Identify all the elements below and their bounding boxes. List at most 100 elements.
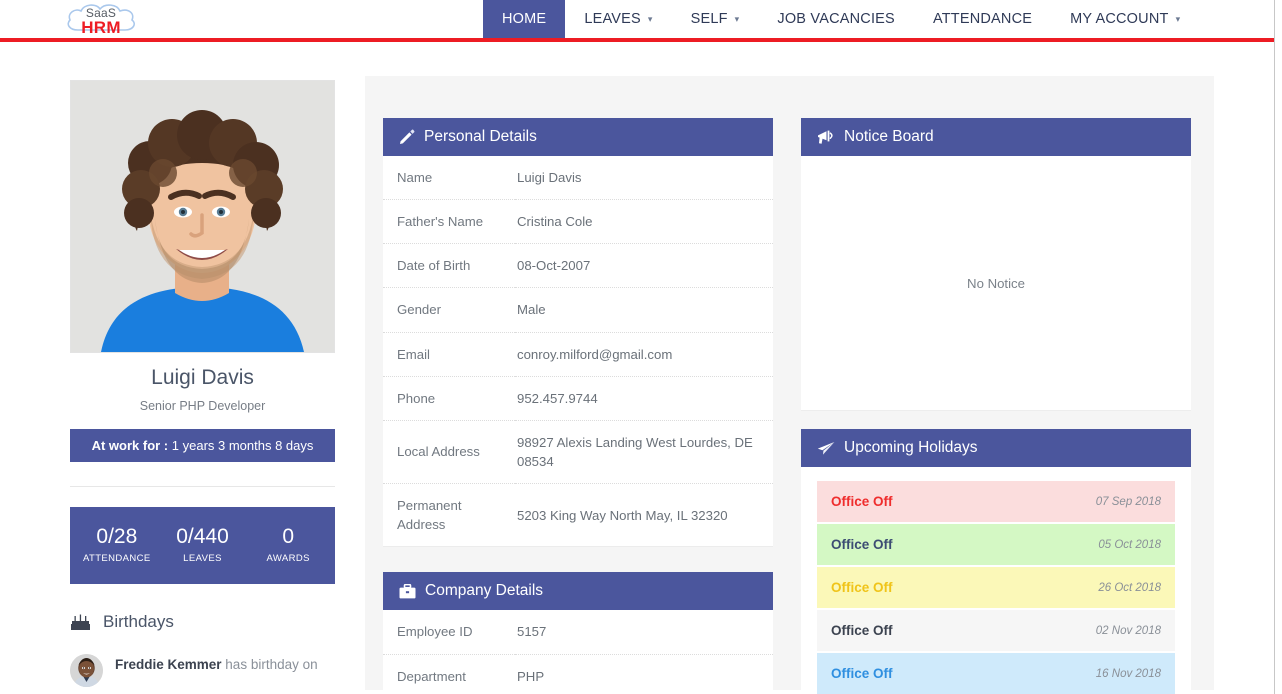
at-work-value: 1 years 3 months 8 days	[172, 438, 314, 453]
upcoming-holidays-panel: Upcoming Holidays Office Off 07 Sep 2018…	[801, 429, 1191, 694]
row-value: 08-Oct-2007	[515, 244, 773, 288]
row-value: Male	[515, 288, 773, 332]
stat-value: 0	[245, 525, 331, 548]
row-value: Cristina Cole	[515, 200, 773, 244]
nav-item-leaves[interactable]: LEAVES ▾	[565, 0, 671, 38]
nav-label: MY ACCOUNT	[1070, 11, 1168, 27]
birthday-person-name: Freddie Kemmer	[115, 657, 222, 672]
company-details-table: Employee ID 5157 Department PHP Designat…	[383, 610, 773, 694]
birthdays-title: Birthdays	[103, 612, 174, 632]
table-row: Permanent Address 5203 King Way North Ma…	[383, 484, 773, 547]
main-menu: HOME LEAVES ▾ SELF ▾ JOB VACANCIES ATTEN…	[483, 0, 1199, 38]
holiday-date: 16 Nov 2018	[1096, 668, 1161, 680]
nav-item-my-account[interactable]: MY ACCOUNT ▾	[1051, 0, 1199, 38]
nav-item-job-vacancies[interactable]: JOB VACANCIES	[758, 0, 914, 38]
stat-awards[interactable]: 0 AWARDS	[245, 525, 331, 564]
holiday-title: Office Off	[831, 580, 893, 595]
nav-label: JOB VACANCIES	[777, 11, 895, 27]
table-row: Date of Birth 08-Oct-2007	[383, 244, 773, 288]
pencil-icon	[399, 129, 415, 145]
table-row: Phone 952.457.9744	[383, 376, 773, 420]
profile-name: Luigi Davis	[70, 366, 335, 390]
stat-value: 0/28	[74, 525, 160, 548]
birthday-cake-icon	[70, 614, 91, 631]
panel-title: Personal Details	[424, 128, 537, 146]
row-value: Luigi Davis	[515, 156, 773, 200]
nav-label: LEAVES	[584, 11, 641, 27]
birthday-list-item[interactable]: Freddie Kemmer has birthday on	[70, 654, 335, 687]
stat-attendance[interactable]: 0/28 ATTENDANCE	[74, 525, 160, 564]
holiday-title: Office Off	[831, 537, 893, 552]
table-row: Employee ID 5157	[383, 610, 773, 654]
list-item[interactable]: Office Off 07 Sep 2018	[817, 481, 1175, 522]
table-row: Gender Male	[383, 288, 773, 332]
briefcase-icon	[399, 584, 416, 599]
nav-item-home[interactable]: HOME	[483, 0, 565, 38]
list-item[interactable]: Office Off 05 Oct 2018	[817, 524, 1175, 565]
row-key: Name	[383, 156, 515, 200]
megaphone-icon	[817, 130, 835, 145]
row-key: Employee ID	[383, 610, 515, 654]
at-work-label: At work for :	[92, 438, 169, 453]
row-key: Local Address	[383, 420, 515, 483]
profile-photo	[70, 80, 335, 353]
row-key: Department	[383, 654, 515, 694]
dashboard-content: Personal Details Name Luigi Davis Father…	[365, 76, 1214, 690]
panel-title: Upcoming Holidays	[844, 439, 978, 457]
row-key: Phone	[383, 376, 515, 420]
top-navigation-bar: SaaS HRM HOME LEAVES ▾ SELF ▾ JOB VACANC…	[0, 0, 1282, 38]
nav-item-attendance[interactable]: ATTENDANCE	[914, 0, 1051, 38]
panel-title: Notice Board	[844, 128, 934, 146]
stat-leaves[interactable]: 0/440 LEAVES	[160, 525, 246, 564]
birthday-text: Freddie Kemmer has birthday on	[115, 654, 318, 676]
list-item[interactable]: Office Off 02 Nov 2018	[817, 610, 1175, 651]
details-column: Personal Details Name Luigi Davis Father…	[383, 118, 773, 690]
row-value: 952.457.9744	[515, 376, 773, 420]
company-details-panel: Company Details Employee ID 5157 Departm…	[383, 572, 773, 694]
vertical-scrollbar[interactable]	[1274, 0, 1282, 694]
brand-logo[interactable]: SaaS HRM	[58, 0, 144, 40]
birthday-suffix: has birthday on	[222, 657, 318, 672]
panel-title: Company Details	[425, 582, 543, 600]
table-row: Email conroy.milford@gmail.com	[383, 332, 773, 376]
list-item[interactable]: Office Off 26 Oct 2018	[817, 567, 1175, 608]
nav-label: ATTENDANCE	[933, 11, 1032, 27]
personal-details-table: Name Luigi Davis Father's Name Cristina …	[383, 156, 773, 547]
chevron-down-icon: ▾	[1176, 15, 1181, 24]
company-details-header: Company Details	[383, 572, 773, 610]
nav-item-self[interactable]: SELF ▾	[672, 0, 759, 38]
stat-label: ATTENDANCE	[74, 553, 160, 564]
brand-bottom-text: HRM	[58, 18, 144, 38]
notice-board-header: Notice Board	[801, 118, 1191, 156]
profile-stats: 0/28 ATTENDANCE 0/440 LEAVES 0 AWARDS	[70, 507, 335, 584]
holiday-title: Office Off	[831, 623, 893, 638]
chevron-down-icon: ▾	[648, 15, 653, 24]
sidebar-divider	[70, 486, 335, 487]
row-key: Gender	[383, 288, 515, 332]
personal-details-header: Personal Details	[383, 118, 773, 156]
upcoming-holidays-header: Upcoming Holidays	[801, 429, 1191, 467]
notice-board-panel: Notice Board No Notice	[801, 118, 1191, 411]
holiday-date: 05 Oct 2018	[1098, 539, 1161, 551]
notice-board-empty-state: No Notice	[801, 156, 1191, 411]
row-value: 98927 Alexis Landing West Lourdes, DE 08…	[515, 420, 773, 483]
nav-label: SELF	[691, 11, 728, 27]
row-key: Date of Birth	[383, 244, 515, 288]
row-value: 5203 King Way North May, IL 32320	[515, 484, 773, 547]
list-item[interactable]: Office Off 16 Nov 2018	[817, 653, 1175, 694]
profile-role: Senior PHP Developer	[70, 399, 335, 413]
holiday-title: Office Off	[831, 666, 893, 681]
birthdays-header: Birthdays	[70, 612, 335, 632]
holiday-list: Office Off 07 Sep 2018 Office Off 05 Oct…	[801, 467, 1191, 694]
table-row: Department PHP	[383, 654, 773, 694]
employee-portrait	[71, 81, 334, 352]
holiday-title: Office Off	[831, 494, 893, 509]
stat-label: LEAVES	[160, 553, 246, 564]
table-row: Local Address 98927 Alexis Landing West …	[383, 420, 773, 483]
notice-empty-text: No Notice	[967, 276, 1025, 291]
at-work-badge: At work for : 1 years 3 months 8 days	[70, 429, 335, 462]
widgets-column: Notice Board No Notice Upcoming Holidays	[801, 118, 1191, 690]
row-key: Permanent Address	[383, 484, 515, 547]
row-key: Email	[383, 332, 515, 376]
nav-label: HOME	[502, 11, 546, 27]
